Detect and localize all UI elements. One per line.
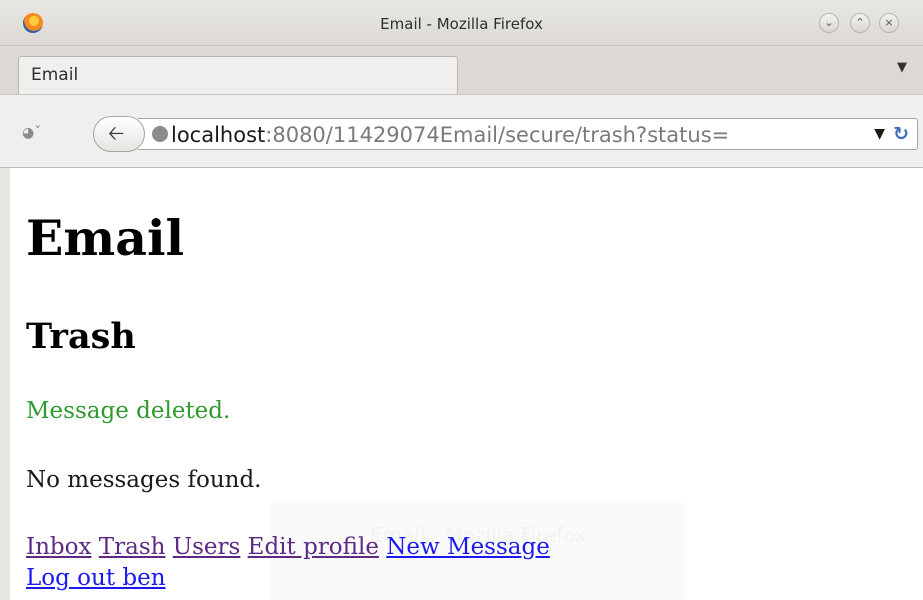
url-text[interactable]: localhost:8080/11429074Email/secure/tras… — [171, 123, 729, 147]
url-path: :8080/11429074Email/secure/trash?status= — [265, 123, 730, 147]
edit-profile-link[interactable]: Edit profile — [248, 534, 379, 560]
window-titlebar: Email - Mozilla Firefox ⌄ ⌃ × — [0, 0, 923, 46]
reload-icon[interactable]: ↻ — [893, 123, 909, 145]
tab-email[interactable]: Email — [18, 56, 458, 94]
status-message: Message deleted. — [26, 398, 231, 424]
trash-link[interactable]: Trash — [99, 534, 166, 560]
logout-link[interactable]: Log out ben — [26, 565, 166, 591]
maximize-icon[interactable]: ⌃ — [850, 13, 870, 33]
minimize-icon[interactable]: ⌄ — [819, 13, 839, 33]
window-title: Email - Mozilla Firefox — [380, 15, 543, 33]
new-message-link[interactable]: New Message — [386, 534, 550, 560]
globe-icon — [152, 126, 168, 142]
url-host: localhost — [171, 123, 266, 147]
page-content: Email - Mozilla Firefox Email Trash Mess… — [10, 168, 923, 600]
url-dropdown-icon[interactable]: ▼ — [874, 126, 885, 142]
tab-list-arrow-icon[interactable]: ▼ — [897, 60, 907, 75]
close-icon[interactable]: × — [879, 13, 899, 33]
navigation-bar: ◕ˇ localhost:8080/11429074Email/secure/t… — [0, 94, 923, 168]
users-link[interactable]: Users — [173, 534, 241, 560]
inbox-link[interactable]: Inbox — [26, 534, 91, 560]
history-icon[interactable]: ◕ˇ — [22, 125, 50, 145]
tab-label: Email — [31, 65, 79, 85]
nav-links: Inbox Trash Users Edit profile New Messa… — [26, 532, 906, 594]
empty-message: No messages found. — [26, 467, 262, 493]
section-title: Trash — [26, 316, 136, 357]
url-bar[interactable]: localhost:8080/11429074Email/secure/tras… — [138, 118, 918, 150]
tab-strip: Email ▼ — [0, 46, 923, 94]
back-button[interactable]: 🡠 — [93, 116, 145, 152]
page-title: Email — [26, 209, 185, 267]
back-arrow-icon: 🡠 — [108, 121, 125, 145]
